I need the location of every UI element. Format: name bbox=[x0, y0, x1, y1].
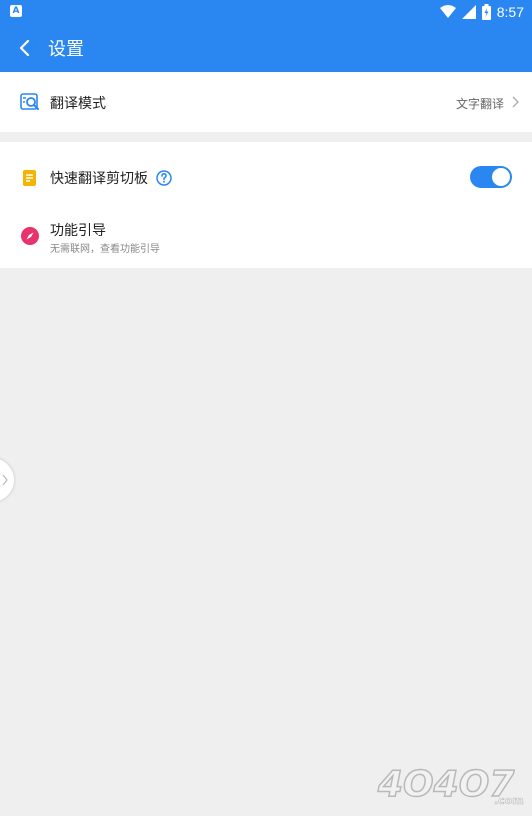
status-bar: A 8:57 bbox=[0, 0, 532, 24]
page-title: 设置 bbox=[48, 39, 84, 60]
settings-group-translate: 翻译模式 文字翻译 bbox=[0, 72, 532, 132]
signal-icon bbox=[461, 5, 476, 19]
feature-guide-row[interactable]: 功能引导 无需联网，查看功能引导 bbox=[0, 212, 532, 268]
quick-clipboard-label: 快速翻译剪切板 bbox=[50, 171, 148, 187]
feature-guide-label: 功能引导 bbox=[50, 223, 106, 239]
notification-icon: A bbox=[10, 5, 22, 17]
quick-clipboard-toggle[interactable] bbox=[470, 166, 512, 188]
translate-mode-row[interactable]: 翻译模式 文字翻译 bbox=[0, 72, 532, 132]
watermark-logo: 4O4O7 .com bbox=[376, 763, 524, 807]
app-bar: 设置 bbox=[0, 24, 532, 72]
chevron-right-icon bbox=[2, 474, 8, 486]
quick-clipboard-row: 快速翻译剪切板 bbox=[0, 142, 532, 212]
translate-search-icon bbox=[20, 93, 39, 110]
side-drawer-handle[interactable] bbox=[0, 458, 14, 502]
toggle-knob bbox=[492, 168, 510, 186]
translate-mode-value: 文字翻译 bbox=[455, 97, 504, 111]
clipboard-icon bbox=[23, 170, 36, 186]
svg-text:.com: .com bbox=[494, 794, 524, 807]
chevron-right-icon bbox=[512, 96, 519, 108]
translate-mode-label: 翻译模式 bbox=[50, 96, 106, 112]
battery-icon bbox=[481, 4, 491, 20]
clock: 8:57 bbox=[496, 4, 524, 20]
help-icon[interactable] bbox=[156, 170, 172, 186]
status-icons: 8:57 bbox=[439, 2, 524, 22]
settings-group-features: 快速翻译剪切板 功能引导 无需联网，查看功能引导 bbox=[0, 142, 532, 268]
compass-icon bbox=[21, 227, 39, 245]
back-arrow-icon[interactable] bbox=[14, 36, 36, 60]
feature-guide-subtitle: 无需联网，查看功能引导 bbox=[50, 244, 160, 255]
wifi-icon bbox=[439, 5, 456, 18]
